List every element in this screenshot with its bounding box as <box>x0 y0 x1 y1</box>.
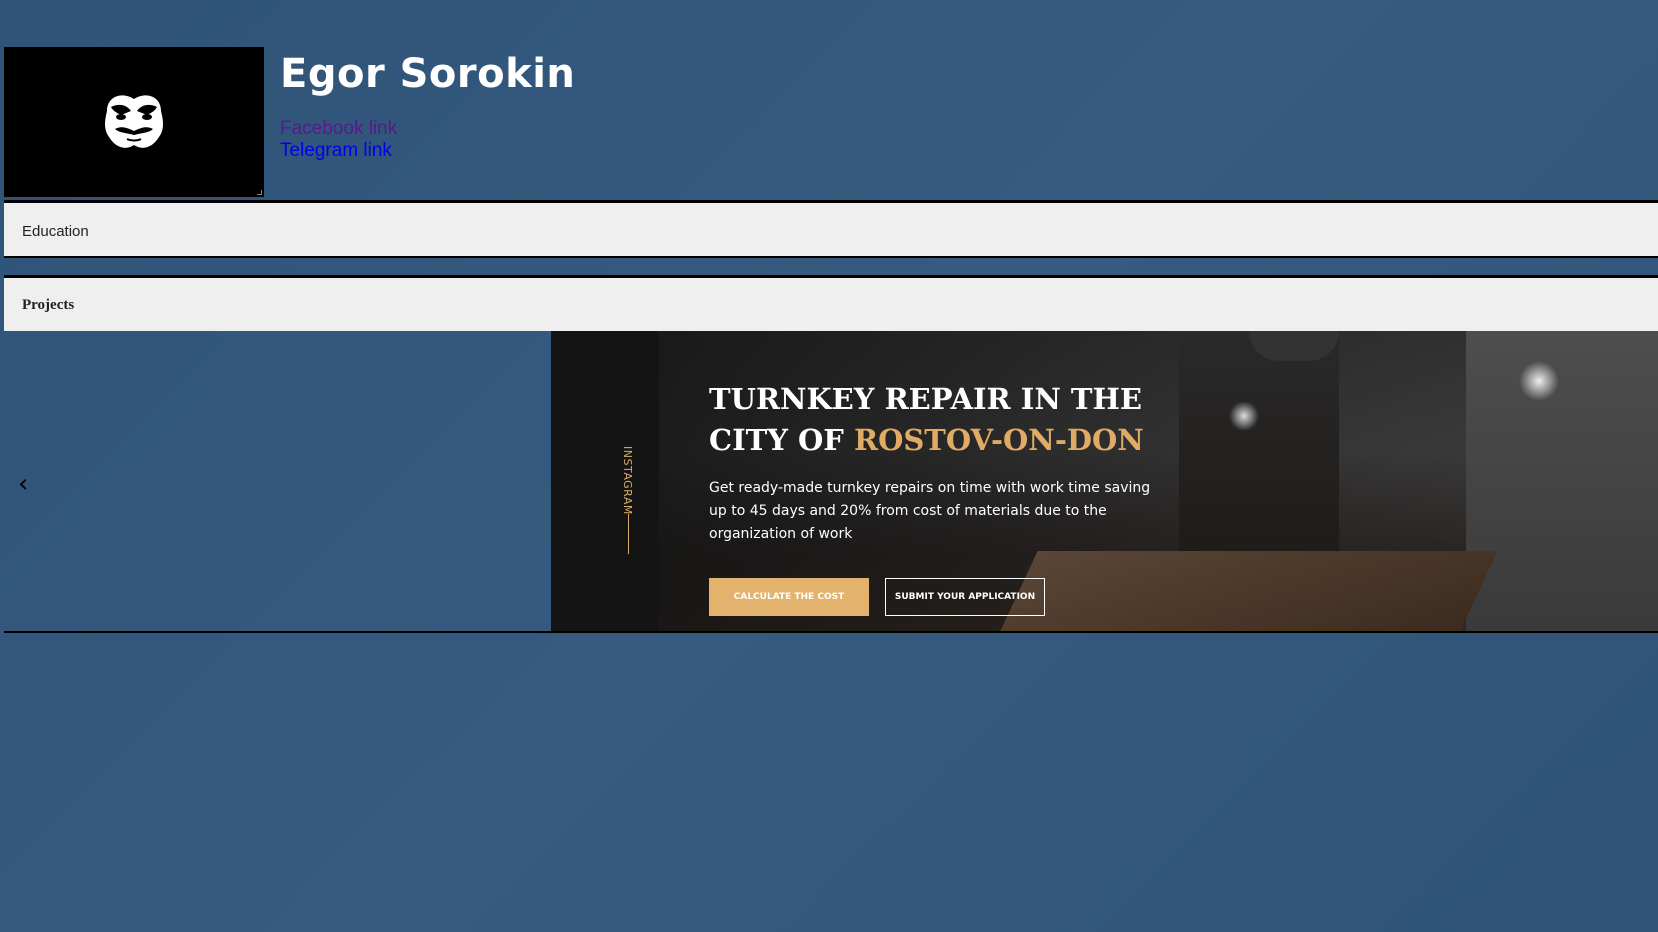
photo-light <box>1519 361 1559 401</box>
social-links: Facebook link Telegram link <box>280 118 397 162</box>
instagram-label: INSTAGRAM <box>621 446 634 515</box>
slide-title-line2: CITY OF <box>709 423 854 457</box>
avatar <box>4 47 264 197</box>
slide-description: Get ready-made turnkey repairs on time w… <box>709 480 1151 542</box>
slide-title: TURNKEY REPAIR IN THE CITY OF ROSTOV-ON-… <box>709 379 1144 461</box>
profile-name: Egor Sorokin <box>280 51 576 97</box>
resize-handle <box>257 190 262 195</box>
photo-wall <box>1466 331 1658 631</box>
projects-carousel: ‹ INSTAGRAM TURNKEY REPAIR IN THE CITY O… <box>4 331 1658 633</box>
education-section[interactable]: Education <box>4 200 1658 258</box>
projects-section[interactable]: Projects <box>4 275 1658 331</box>
submit-application-button[interactable]: SUBMIT YOUR APPLICATION <box>885 578 1045 616</box>
sidebar-divider <box>628 514 629 554</box>
projects-heading: Projects <box>22 297 75 313</box>
profile-header: Egor Sorokin Facebook link Telegram link <box>4 47 1658 197</box>
project-slide[interactable]: INSTAGRAM TURNKEY REPAIR IN THE CITY OF … <box>551 331 1658 631</box>
telegram-link[interactable]: Telegram link <box>280 140 397 162</box>
education-heading: Education <box>22 223 89 240</box>
chevron-left-icon[interactable]: ‹ <box>18 471 28 497</box>
mask-icon <box>105 95 163 148</box>
slide-title-line1: TURNKEY REPAIR IN THE <box>709 382 1143 416</box>
photo-table <box>1000 551 1498 631</box>
slide-sidebar <box>551 331 659 631</box>
facebook-link[interactable]: Facebook link <box>280 118 397 140</box>
photo-light <box>1229 401 1259 431</box>
calculate-cost-button[interactable]: CALCULATE THE COST <box>709 578 869 616</box>
slide-title-accent: ROSTOV-ON-DON <box>853 423 1144 457</box>
